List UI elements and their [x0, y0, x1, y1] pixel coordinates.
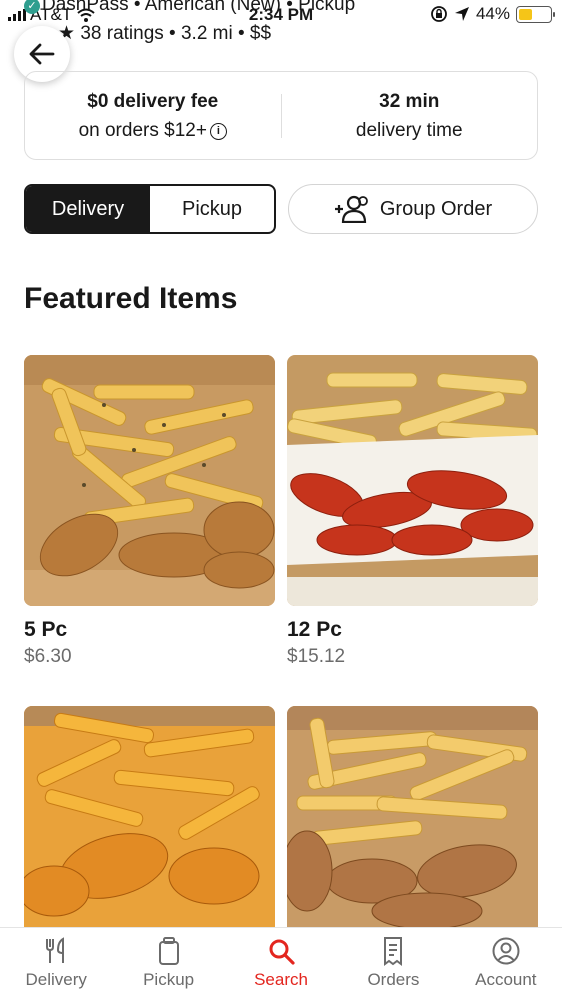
item-photo: [24, 706, 275, 957]
delivery-time-info: 32 min delivery time: [282, 87, 538, 145]
nav-pickup-label: Pickup: [143, 970, 195, 989]
delivery-fee-value: $0: [87, 90, 109, 112]
battery-icon: [516, 5, 555, 23]
group-order-label: Group Order: [379, 197, 493, 220]
bottom-nav: Delivery Pickup Search Orders Account: [0, 927, 562, 1000]
item-photo: [287, 355, 538, 606]
store-tags-text: DashPass • American (New) • Pickup: [42, 0, 356, 15]
group-order-button[interactable]: Group Order: [288, 184, 538, 234]
nav-pickup[interactable]: Pickup: [112, 928, 224, 1000]
location-icon: [454, 7, 469, 21]
search-icon: [269, 939, 295, 965]
item-price: $15.12: [287, 646, 346, 667]
store-ratings: ★ 38 ratings • 3.2 mi • $$: [58, 22, 271, 45]
item-card[interactable]: 5 Pc $6.30: [24, 355, 275, 668]
nav-search-label: Search: [254, 970, 308, 989]
nav-account[interactable]: Account: [450, 928, 562, 1000]
receipt-icon: [384, 937, 403, 966]
nav-search[interactable]: Search: [225, 928, 337, 1000]
fork-knife-icon: [46, 937, 65, 963]
rotation-lock-icon: [431, 6, 447, 22]
store-tags: ✓ DashPass • American (New) • Pickup: [24, 0, 355, 16]
dashpass-check-icon: ✓: [24, 0, 40, 14]
item-card[interactable]: [287, 706, 538, 957]
store-ratings-text: 38 ratings • 3.2 mi • $$: [80, 23, 272, 44]
item-price: $6.30: [24, 646, 72, 667]
nav-orders[interactable]: Orders: [337, 928, 449, 1000]
fulfillment-toggle: Delivery Pickup: [24, 184, 276, 234]
delivery-toggle-button[interactable]: Delivery: [26, 186, 150, 232]
item-name: 12 Pc: [287, 618, 342, 641]
item-card[interactable]: 12 Pc $15.12: [287, 355, 538, 668]
info-icon[interactable]: i: [209, 122, 227, 140]
item-photo: [24, 355, 275, 606]
nav-delivery-label: Delivery: [25, 970, 87, 989]
bag-icon: [158, 937, 179, 965]
account-icon: [492, 937, 520, 965]
delivery-info-card: $0 delivery fee on orders $12+ i 32 min d…: [24, 71, 538, 160]
add-group-icon: [334, 195, 368, 223]
delivery-time-value: 32 min: [379, 90, 440, 112]
item-photo: [287, 706, 538, 957]
nav-account-label: Account: [475, 970, 537, 989]
delivery-fee-info: $0 delivery fee on orders $12+ i: [25, 87, 281, 145]
item-card[interactable]: [24, 706, 275, 957]
pickup-toggle-button[interactable]: Pickup: [150, 186, 274, 232]
status-right: 44%: [430, 4, 555, 24]
delivery-fee-condition: on orders $12+: [78, 119, 207, 141]
item-name: 5 Pc: [24, 618, 68, 641]
nav-delivery[interactable]: Delivery: [0, 928, 112, 1000]
nav-orders-label: Orders: [367, 970, 420, 989]
delivery-time-label: delivery time: [355, 119, 463, 141]
battery-percent: 44%: [475, 4, 510, 23]
featured-items-title: Featured Items: [24, 282, 238, 315]
delivery-fee-label: delivery fee: [113, 90, 219, 112]
arrow-left-icon: [29, 43, 55, 65]
